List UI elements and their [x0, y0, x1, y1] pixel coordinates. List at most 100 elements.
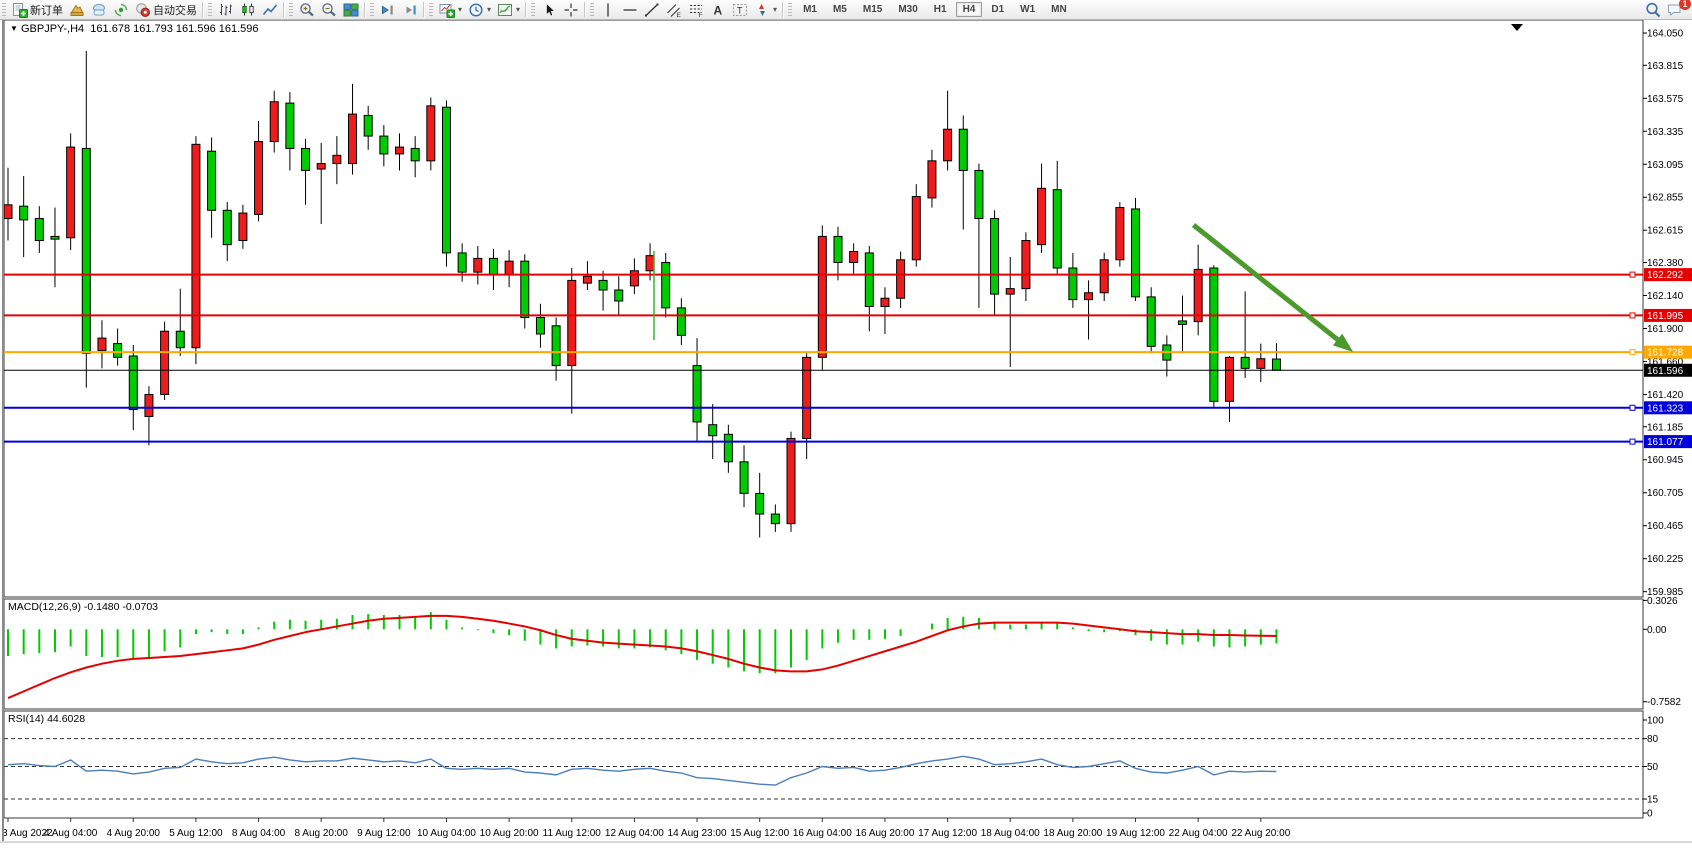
new-order-icon: [12, 2, 28, 18]
panel-frames: [4, 20, 1643, 818]
svg-text:0: 0: [1647, 809, 1653, 820]
svg-text:15 Aug 12:00: 15 Aug 12:00: [730, 828, 789, 839]
new-chart-icon: [439, 2, 455, 18]
svg-text:-0.7582: -0.7582: [1647, 697, 1681, 708]
navigator-icon: [113, 2, 129, 18]
cursor-button[interactable]: [538, 1, 560, 19]
timeframe-mn-button[interactable]: MN: [1044, 2, 1074, 17]
fibonacci-button[interactable]: F: [685, 1, 707, 19]
toolbar-separator: [423, 2, 425, 17]
rsi-indicator-label: RSI(14) 44.6028: [8, 713, 85, 725]
notification-badge: 1: [1679, 0, 1691, 10]
chart-area: 164.050163.815163.575163.335163.095162.8…: [0, 0, 1692, 848]
chart-symbol-label: GBPJPY-,H4: [21, 23, 84, 35]
profiles-button[interactable]: ▾: [465, 1, 494, 19]
zoom-in-button[interactable]: [296, 1, 318, 19]
svg-text:18 Aug 04:00: 18 Aug 04:00: [981, 828, 1040, 839]
chart-expander-icon[interactable]: ▼: [10, 24, 18, 33]
horizontal-line-button[interactable]: [619, 1, 641, 19]
candlestick-chart-icon: [240, 2, 256, 18]
svg-text:0.3026: 0.3026: [1647, 596, 1678, 607]
templates-dropdown-caret[interactable]: ▾: [516, 5, 520, 14]
toolbar-grip: [590, 3, 594, 17]
data-window-button[interactable]: [88, 1, 110, 19]
svg-text:14 Aug 23:00: 14 Aug 23:00: [668, 828, 727, 839]
bar-chart-button[interactable]: [215, 1, 237, 19]
timeframe-w1-button[interactable]: W1: [1013, 2, 1042, 17]
chart-ohlc-label: 161.678 161.793 161.596 161.596: [90, 23, 258, 35]
text-label-button[interactable]: T: [729, 1, 751, 19]
toolbar-grip: [208, 3, 212, 17]
svg-text:4 Aug 20:00: 4 Aug 20:00: [107, 828, 161, 839]
notifications-button[interactable]: 1: [1664, 1, 1686, 19]
search-icon: [1645, 2, 1661, 18]
svg-text:0.00: 0.00: [1647, 625, 1667, 636]
svg-text:163.815: 163.815: [1647, 61, 1684, 72]
auto-scroll-icon: [380, 2, 396, 18]
svg-text:160.225: 160.225: [1647, 554, 1684, 565]
svg-text:8 Aug 04:00: 8 Aug 04:00: [232, 828, 286, 839]
new-chart-button[interactable]: ▾: [436, 1, 465, 19]
arrows-button[interactable]: ▾: [751, 1, 780, 19]
level-line-handle[interactable]: [1630, 272, 1635, 277]
svg-text:161.995: 161.995: [1647, 311, 1684, 322]
arrows-icon: [754, 2, 770, 18]
svg-text:161.185: 161.185: [1647, 422, 1684, 433]
svg-text:160.945: 160.945: [1647, 455, 1684, 466]
new-order-button[interactable]: 新订单: [9, 1, 66, 19]
crosshair-button[interactable]: [560, 1, 582, 19]
trendline-button[interactable]: [641, 1, 663, 19]
svg-text:161.420: 161.420: [1647, 390, 1684, 401]
level-line-handle[interactable]: [1630, 350, 1635, 355]
arrows-dropdown-caret[interactable]: ▾: [773, 5, 777, 14]
market-watch-button[interactable]: [66, 1, 88, 19]
svg-text:162.140: 162.140: [1647, 291, 1684, 302]
auto-trading-icon: [135, 2, 151, 18]
timeframe-h1-button[interactable]: H1: [927, 2, 954, 17]
line-chart-button[interactable]: [259, 1, 281, 19]
auto-trading-button[interactable]: 自动交易: [132, 1, 200, 19]
candlestick-chart-button[interactable]: [237, 1, 259, 19]
toolbar-separator: [525, 2, 527, 17]
svg-text:9 Aug 12:00: 9 Aug 12:00: [357, 828, 411, 839]
svg-text:161.077: 161.077: [1647, 437, 1684, 448]
toolbar-grip: [2, 3, 6, 17]
level-line-handle[interactable]: [1630, 405, 1635, 410]
timeframe-h4-button[interactable]: H4: [956, 2, 983, 17]
equidistant-channel-icon: E: [666, 2, 682, 18]
svg-text:162.855: 162.855: [1647, 193, 1684, 204]
svg-text:T: T: [737, 5, 743, 15]
svg-text:16 Aug 04:00: 16 Aug 04:00: [793, 828, 852, 839]
profiles-dropdown-caret[interactable]: ▾: [487, 5, 491, 14]
level-line-handle[interactable]: [1630, 439, 1635, 444]
svg-text:10 Aug 20:00: 10 Aug 20:00: [480, 828, 539, 839]
zoom-out-button[interactable]: [318, 1, 340, 19]
svg-text:161.596: 161.596: [1647, 366, 1684, 377]
navigator-button[interactable]: [110, 1, 132, 19]
svg-text:160.705: 160.705: [1647, 488, 1684, 499]
timeframe-m15-button[interactable]: M15: [856, 2, 889, 17]
bar-chart-icon: [218, 2, 234, 18]
window-left-border: [2, 19, 4, 843]
svg-text:19 Aug 12:00: 19 Aug 12:00: [1106, 828, 1165, 839]
vertical-line-button[interactable]: [597, 1, 619, 19]
svg-text:E: E: [677, 12, 682, 18]
search-button[interactable]: [1642, 1, 1664, 19]
auto-scroll-button[interactable]: [377, 1, 399, 19]
chart-title: ▼ GBPJPY-,H4 161.678 161.793 161.596 161…: [10, 23, 259, 35]
toolbar-separator: [584, 2, 586, 17]
timeframe-m1-button[interactable]: M1: [796, 2, 824, 17]
tile-windows-button[interactable]: [340, 1, 362, 19]
svg-text:162.292: 162.292: [1647, 270, 1684, 281]
new-order-label: 新订单: [30, 2, 63, 18]
timeframe-m5-button[interactable]: M5: [826, 2, 854, 17]
new-chart-dropdown-caret[interactable]: ▾: [458, 5, 462, 14]
chart-shift-icon: [402, 2, 418, 18]
chart-shift-button[interactable]: [399, 1, 421, 19]
level-line-handle[interactable]: [1630, 313, 1635, 318]
equidistant-channel-button[interactable]: E: [663, 1, 685, 19]
timeframe-m30-button[interactable]: M30: [891, 2, 924, 17]
timeframe-d1-button[interactable]: D1: [984, 2, 1011, 17]
text-button[interactable]: A: [707, 1, 729, 19]
templates-button[interactable]: ▾: [494, 1, 523, 19]
